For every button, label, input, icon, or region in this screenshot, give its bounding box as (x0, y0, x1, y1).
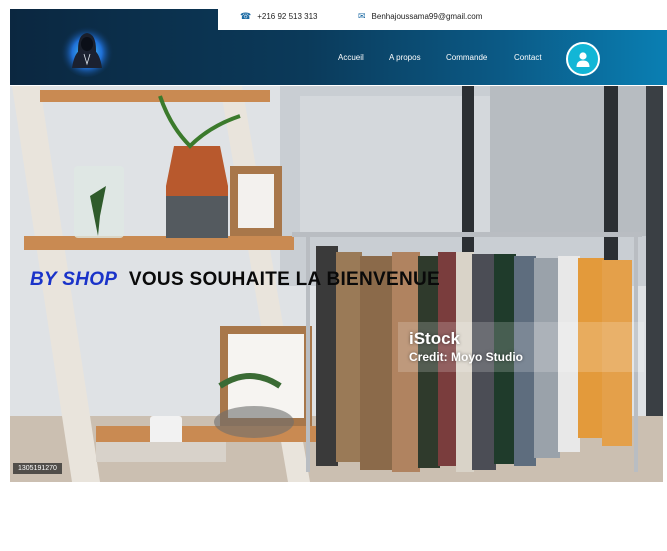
watermark-credit: Credit: Moyo Studio (409, 350, 523, 364)
mail-icon: ✉ (358, 11, 366, 21)
welcome-brand: BY SHOP (30, 269, 118, 290)
watermark-brand: iStock (409, 329, 461, 348)
istock-watermark: iStock Credit: Moyo Studio (409, 329, 523, 364)
email-address: Benhajoussama99@gmail.com (371, 12, 483, 21)
phone-number: +216 92 513 313 (257, 12, 318, 21)
phone-icon: ☎ (240, 11, 252, 21)
phone-contact[interactable]: ☎ +216 92 513 313 (240, 11, 318, 22)
nav-accueil[interactable]: Accueil (338, 53, 364, 62)
welcome-heading: BY SHOP VOUS SOUHAITE LA BIENVENUE (30, 269, 440, 291)
hero-banner: BY SHOP VOUS SOUHAITE LA BIENVENUE iStoc… (10, 86, 663, 482)
nav-contact[interactable]: Contact (514, 53, 542, 62)
nav-commande[interactable]: Commande (446, 53, 487, 62)
site-header: ☎ +216 92 513 313 ✉ Benhajoussama99@gmai… (10, 9, 667, 85)
nav-a-propos[interactable]: A propos (389, 53, 421, 62)
contact-bar: ☎ +216 92 513 313 ✉ Benhajoussama99@gmai… (218, 9, 667, 30)
welcome-text: VOUS SOUHAITE LA BIENVENUE (128, 269, 441, 290)
email-contact[interactable]: ✉ Benhajoussama99@gmail.com (358, 11, 483, 22)
image-id-label: 1305191270 (13, 463, 62, 474)
user-icon (576, 52, 590, 67)
hoodie-logo (60, 23, 114, 77)
site-logo[interactable] (58, 20, 116, 78)
user-account-button[interactable] (566, 42, 600, 76)
